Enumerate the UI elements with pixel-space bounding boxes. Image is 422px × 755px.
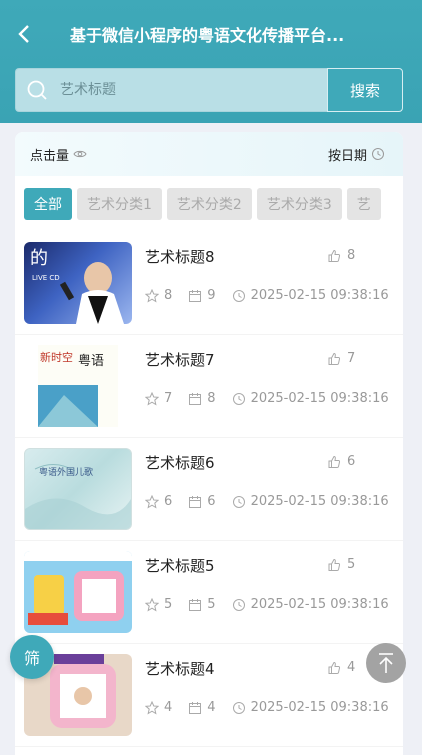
item-stats: 5 5 2025-02-15 09:38:16 (145, 597, 389, 612)
article-list: 的 LIVE CD 艺术标题8 8 8 9 2025-02-15 09:38:1… (15, 232, 403, 747)
calendar-icon (188, 598, 202, 612)
item-title: 艺术标题8 (145, 248, 215, 266)
thumb-text: 新时空 (40, 350, 73, 364)
thumbnail-image: 粤语外国儿歌 (24, 448, 132, 530)
back-to-top-button[interactable] (366, 643, 406, 683)
clock-icon (232, 598, 246, 612)
star-icon (145, 288, 159, 303)
like-count: 5 (347, 557, 356, 572)
thumbs-up-icon (327, 558, 341, 572)
header: 基于微信小程序的粤语文化传播平台... 搜索 (0, 0, 422, 123)
thumbs-up-icon (327, 661, 341, 675)
search-icon (26, 79, 48, 101)
like-button[interactable]: 8 (327, 248, 355, 263)
item-stats: 8 9 2025-02-15 09:38:16 (145, 288, 389, 303)
thumbs-up-icon (327, 455, 341, 469)
search-input[interactable] (58, 81, 302, 99)
publish-time: 2025-02-15 09:38:16 (250, 700, 389, 715)
view-count: 4 (207, 700, 216, 715)
calendar-icon (188, 495, 202, 509)
thumb-subtext: LIVE CD (32, 274, 60, 282)
clock-icon (232, 701, 246, 715)
category-tab-all[interactable]: 全部 (24, 188, 72, 220)
eye-icon (73, 147, 87, 161)
like-count: 7 (347, 351, 356, 366)
favorite-count: 4 (164, 700, 173, 715)
publish-time: 2025-02-15 09:38:16 (250, 597, 389, 612)
clock-icon (232, 392, 246, 406)
publish-time: 2025-02-15 09:38:16 (250, 288, 389, 303)
like-button[interactable]: 7 (327, 351, 355, 366)
page-title: 基于微信小程序的粤语文化传播平台... (70, 26, 345, 45)
item-stats: 6 6 2025-02-15 09:38:16 (145, 494, 389, 509)
list-item[interactable]: 艺术标题4 4 4 4 2025-02-15 09:38:16 (15, 644, 403, 747)
like-button[interactable]: 5 (327, 557, 355, 572)
back-button[interactable] (10, 20, 38, 48)
list-item[interactable]: 粤语外国儿歌 艺术标题6 6 6 6 2025-02-15 09:38:16 (15, 438, 403, 541)
category-tab-1[interactable]: 艺术分类1 (77, 188, 162, 220)
view-count: 9 (207, 288, 216, 303)
calendar-icon (188, 701, 202, 715)
view-count: 8 (207, 391, 216, 406)
item-stats: 4 4 2025-02-15 09:38:16 (145, 700, 389, 715)
sort-date-label: 按日期 (327, 148, 367, 164)
favorite-count: 8 (164, 288, 173, 303)
filter-button[interactable]: 筛 (10, 635, 54, 679)
item-title: 艺术标题5 (145, 557, 215, 575)
content-panel: 点击量 按日期 全部 艺术分类1 艺术分类2 艺术分类3 艺 的 LIVE CD… (15, 132, 403, 755)
category-tabs: 全部 艺术分类1 艺术分类2 艺术分类3 艺 (24, 188, 394, 222)
arrow-up-icon (376, 652, 396, 674)
thumbnail-image (24, 551, 132, 633)
calendar-icon (188, 289, 202, 303)
clock-icon (232, 495, 246, 509)
search-box (15, 68, 327, 112)
view-count: 5 (207, 597, 216, 612)
thumbnail-image: 的 LIVE CD (24, 242, 132, 324)
list-item[interactable]: 新时空 粤语 艺术标题7 7 7 8 2025-02-15 09:38:16 (15, 335, 403, 438)
category-tab-3[interactable]: 艺术分类3 (256, 188, 342, 220)
publish-time: 2025-02-15 09:38:16 (250, 494, 389, 509)
sort-clicks-label: 点击量 (30, 148, 70, 164)
sort-bar: 点击量 按日期 (15, 132, 403, 176)
star-icon (145, 494, 159, 509)
thumbnail-image: 新时空 粤语 (24, 345, 132, 427)
category-tab-2[interactable]: 艺术分类2 (166, 188, 252, 220)
item-title: 艺术标题7 (145, 351, 215, 369)
like-button[interactable]: 4 (327, 660, 355, 675)
sort-by-date[interactable]: 按日期 (328, 145, 385, 164)
clock-icon (371, 147, 385, 161)
like-count: 8 (347, 248, 356, 263)
list-item[interactable]: 的 LIVE CD 艺术标题8 8 8 9 2025-02-15 09:38:1… (15, 232, 403, 335)
favorite-count: 6 (164, 494, 173, 509)
like-count: 6 (347, 454, 356, 469)
category-tab-4[interactable]: 艺 (346, 188, 381, 220)
star-icon (145, 597, 159, 612)
chevron-left-icon (17, 24, 31, 44)
calendar-icon (188, 392, 202, 406)
star-icon (145, 391, 159, 406)
like-button[interactable]: 6 (327, 454, 355, 469)
thumb-text: 的 (30, 248, 48, 269)
like-count: 4 (347, 660, 356, 675)
search-bar: 搜索 (15, 68, 403, 112)
clock-icon (232, 289, 246, 303)
item-title: 艺术标题6 (145, 454, 215, 472)
view-count: 6 (207, 494, 216, 509)
item-stats: 7 8 2025-02-15 09:38:16 (145, 391, 389, 406)
favorite-count: 7 (164, 391, 173, 406)
item-title: 艺术标题4 (145, 660, 215, 678)
thumb-text: 粤语外国儿歌 (39, 466, 93, 478)
list-item[interactable]: 艺术标题5 5 5 5 2025-02-15 09:38:16 (15, 541, 403, 644)
thumbs-up-icon (327, 352, 341, 366)
publish-time: 2025-02-15 09:38:16 (250, 391, 389, 406)
thumbs-up-icon (327, 249, 341, 263)
star-icon (145, 700, 159, 715)
search-button[interactable]: 搜索 (327, 68, 403, 112)
sort-by-clicks[interactable]: 点击量 (30, 145, 87, 164)
favorite-count: 5 (164, 597, 173, 612)
thumb-subtext: 粤语 (78, 353, 104, 369)
